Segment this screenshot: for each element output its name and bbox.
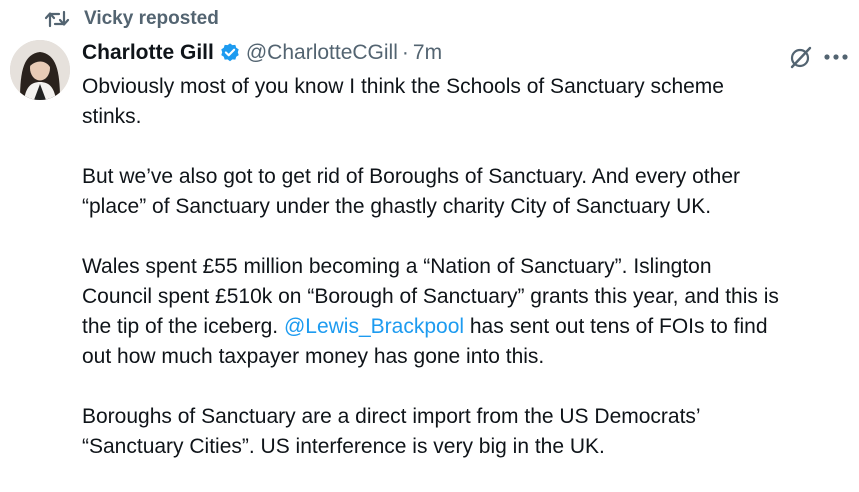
- text-line: stinks.: [82, 105, 142, 128]
- text-line: “place” of Sanctuary under the ghastly c…: [82, 195, 712, 218]
- more-options-icon[interactable]: [820, 44, 852, 70]
- text-line: But we’ve also got to get rid of Borough…: [82, 165, 740, 188]
- text-segment: has sent out tens of FOIs to find: [464, 315, 768, 338]
- header-separator: ·: [401, 41, 409, 64]
- text-line: Wales spent £55 million becoming a “Nati…: [82, 255, 712, 278]
- text-line: Boroughs of Sanctuary are a direct impor…: [82, 405, 701, 428]
- grok-icon[interactable]: [788, 44, 814, 70]
- post-timestamp[interactable]: 7m: [413, 41, 442, 65]
- avatar[interactable]: [10, 40, 70, 100]
- text-line: out how much taxpayer money has gone int…: [82, 345, 545, 368]
- tweet-header: Charlotte Gill @CharlotteCGill · 7m: [82, 41, 442, 65]
- tweet-paragraph: Boroughs of Sanctuary are a direct impor…: [82, 402, 852, 462]
- author-name[interactable]: Charlotte Gill: [82, 41, 214, 65]
- text-line: “Sanctuary Cities”. US interference is v…: [82, 435, 605, 458]
- tweet-paragraph: Obviously most of you know I think the S…: [82, 72, 852, 132]
- repost-indicator[interactable]: Vicky reposted: [44, 8, 219, 30]
- verified-badge-icon[interactable]: [219, 42, 241, 64]
- text-line: Obviously most of you know I think the S…: [82, 75, 724, 98]
- text-line: Council spent £510k on “Borough of Sanct…: [82, 285, 779, 308]
- tweet-text: Obviously most of you know I think the S…: [82, 72, 852, 492]
- repost-icon: [44, 8, 70, 30]
- repost-label: Vicky reposted: [84, 8, 219, 29]
- tweet-paragraph: Wales spent £55 million becoming a “Nati…: [82, 252, 852, 372]
- text-line: the tip of the iceberg. @Lewis_Brackpool…: [82, 312, 852, 342]
- mention-link[interactable]: @Lewis_Brackpool: [284, 315, 464, 338]
- text-segment: the tip of the iceberg.: [82, 315, 284, 338]
- tweet-paragraph: But we’ve also got to get rid of Borough…: [82, 162, 852, 222]
- author-handle[interactable]: @CharlotteCGill: [246, 41, 398, 65]
